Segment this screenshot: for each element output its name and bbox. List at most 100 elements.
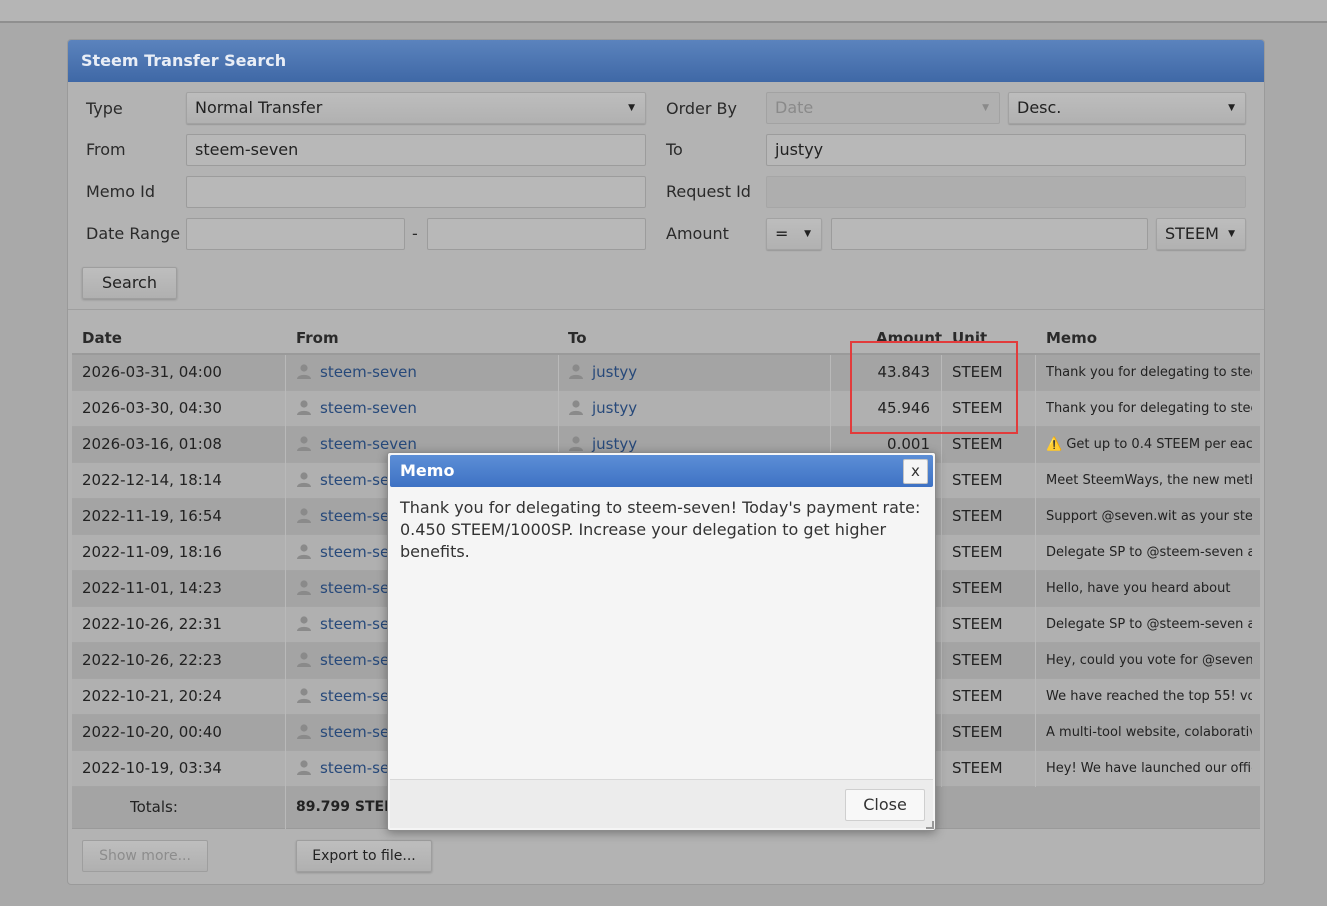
row-date: 2022-10-26, 22:23 — [82, 651, 222, 669]
column-divider — [1035, 751, 1036, 787]
row-unit: STEEM — [952, 579, 1003, 597]
table-row[interactable]: 2026-03-30, 04:30 steem-seven justyy 45.946… — [72, 391, 1260, 427]
row-memo[interactable]: Hello, have you heard about — [1046, 571, 1252, 606]
to-account-link[interactable]: justyy — [592, 399, 637, 417]
chevron-down-icon: ▼ — [628, 103, 635, 113]
search-button[interactable]: Search — [82, 267, 177, 299]
request-id-input[interactable] — [766, 176, 1246, 208]
date-range-start-input[interactable] — [186, 218, 405, 250]
to-account-link[interactable]: justyy — [592, 435, 637, 453]
chevron-down-icon: ▼ — [804, 229, 811, 239]
amount-unit-select[interactable]: STEEM ▼ — [1156, 218, 1246, 250]
column-divider — [1035, 463, 1036, 499]
row-unit: STEEM — [952, 759, 1003, 777]
type-select[interactable]: Normal Transfer ▼ — [186, 92, 646, 124]
column-divider — [285, 355, 286, 391]
user-icon — [296, 609, 312, 631]
from-input[interactable]: steem-seven — [186, 134, 646, 166]
row-memo[interactable]: Delegate SP to @steem-seven and — [1046, 535, 1252, 570]
table-row[interactable]: 2026-03-31, 04:00 steem-seven justyy 43.843… — [72, 355, 1260, 391]
user-icon — [296, 393, 312, 415]
show-more-button[interactable]: Show more... — [82, 840, 208, 872]
user-icon — [296, 573, 312, 595]
row-memo[interactable]: Support @seven.wit as your steem — [1046, 499, 1252, 534]
header-date[interactable]: Date — [82, 329, 122, 347]
row-to: justyy — [568, 355, 637, 390]
chevron-down-icon: ▼ — [1228, 103, 1235, 113]
column-divider — [941, 499, 942, 535]
row-date: 2026-03-31, 04:00 — [82, 363, 222, 381]
resize-grip-icon[interactable] — [926, 821, 934, 829]
column-divider — [941, 571, 942, 607]
amount-unit-value: STEEM — [1165, 224, 1219, 243]
row-unit: STEEM — [952, 507, 1003, 525]
user-icon — [296, 429, 312, 451]
highlight-box — [850, 341, 1018, 434]
row-memo[interactable]: Thank you for delegating to steem- — [1046, 391, 1252, 426]
export-button[interactable]: Export to file... — [296, 840, 432, 872]
user-icon — [296, 501, 312, 523]
chevron-down-icon: ▼ — [1228, 229, 1235, 239]
row-date: 2022-10-21, 20:24 — [82, 687, 222, 705]
row-from: steem-seven — [296, 391, 417, 426]
from-account-link[interactable]: steem-seven — [320, 363, 417, 381]
column-divider — [941, 715, 942, 751]
column-divider — [285, 427, 286, 463]
row-unit: STEEM — [952, 471, 1003, 489]
amount-operator-select[interactable]: = ▼ — [766, 218, 822, 250]
column-divider — [1035, 427, 1036, 463]
user-icon — [296, 681, 312, 703]
column-divider — [285, 787, 286, 829]
top-bar — [0, 0, 1327, 23]
order-by-value: Date — [775, 98, 814, 117]
row-memo[interactable]: We have reached the top 55! vote — [1046, 679, 1252, 714]
amount-operator-value: = — [775, 224, 789, 243]
row-date: 2026-03-16, 01:08 — [82, 435, 222, 453]
row-date: 2022-10-19, 03:34 — [82, 759, 222, 777]
column-divider — [830, 391, 831, 427]
column-divider — [285, 535, 286, 571]
user-icon — [296, 717, 312, 739]
to-account-link[interactable]: justyy — [592, 363, 637, 381]
to-input[interactable]: justyy — [766, 134, 1246, 166]
from-label: From — [86, 140, 126, 159]
memo-id-input[interactable] — [186, 176, 646, 208]
order-by-select[interactable]: Date ▼ — [766, 92, 1000, 124]
column-divider — [830, 355, 831, 391]
column-divider — [285, 571, 286, 607]
date-range-label: Date Range — [86, 224, 181, 243]
row-memo[interactable]: Hey! We have launched our official — [1046, 751, 1252, 786]
order-direction-select[interactable]: Desc. ▼ — [1008, 92, 1246, 124]
column-divider — [285, 607, 286, 643]
close-icon[interactable]: x — [903, 459, 928, 484]
table-header: Date From To Amount Unit Memo — [72, 320, 1260, 355]
date-range-end-input[interactable] — [427, 218, 646, 250]
column-divider — [285, 499, 286, 535]
row-memo[interactable]: A multi-tool website, colaborative — [1046, 715, 1252, 750]
row-date: 2022-10-26, 22:31 — [82, 615, 222, 633]
row-memo[interactable]: Hey, could you vote for @seven.wit — [1046, 643, 1252, 678]
row-memo[interactable]: Meet SteemWays, the new method — [1046, 463, 1252, 498]
row-date: 2022-10-20, 00:40 — [82, 723, 222, 741]
user-icon — [296, 537, 312, 559]
column-divider — [941, 535, 942, 571]
row-date: 2022-12-14, 18:14 — [82, 471, 222, 489]
row-memo[interactable]: ⚠️ Get up to 0.4 STEEM per each — [1046, 427, 1252, 462]
column-divider — [558, 355, 559, 391]
row-date: 2026-03-30, 04:30 — [82, 399, 222, 417]
header-from[interactable]: From — [296, 329, 339, 347]
from-account-link[interactable]: steem-seven — [320, 435, 417, 453]
header-to[interactable]: To — [568, 329, 587, 347]
amount-input[interactable] — [831, 218, 1148, 250]
search-form: Type Normal Transfer ▼ Order By Date ▼ D… — [68, 82, 1264, 310]
row-unit: STEEM — [952, 687, 1003, 705]
row-memo[interactable]: Delegate SP to @steem-seven and — [1046, 607, 1252, 642]
memo-dialog-titlebar[interactable]: Memo x — [390, 455, 933, 487]
amount-label: Amount — [666, 224, 729, 243]
user-icon — [296, 357, 312, 379]
header-memo[interactable]: Memo — [1046, 329, 1097, 347]
close-button[interactable]: Close — [845, 789, 925, 821]
column-divider — [285, 679, 286, 715]
from-account-link[interactable]: steem-seven — [320, 399, 417, 417]
row-memo[interactable]: Thank you for delegating to steem- — [1046, 355, 1252, 390]
